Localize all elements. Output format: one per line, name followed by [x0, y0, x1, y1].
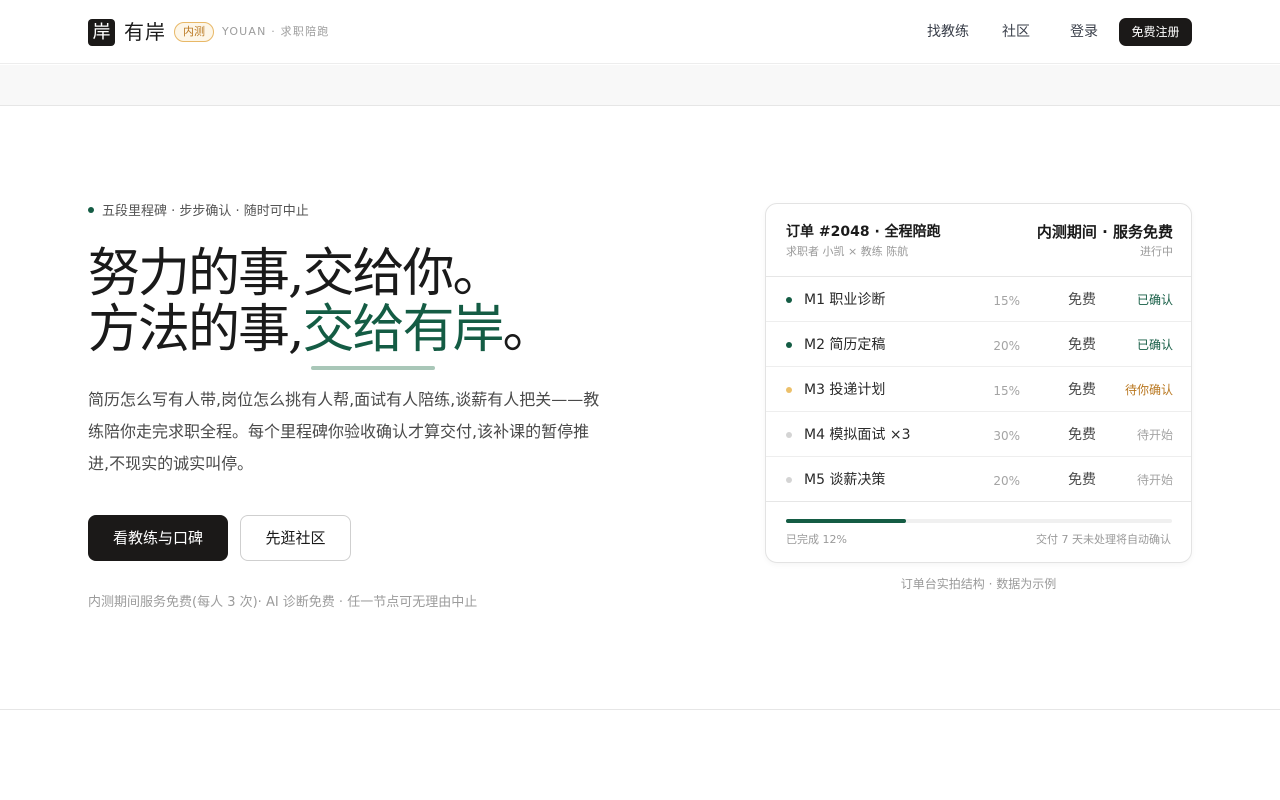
progress-done-text: 已完成 12%: [786, 533, 847, 546]
milestone-name: M1 职业诊断: [804, 292, 886, 308]
order-title: 订单 #2048 · 全程陪跑: [786, 224, 941, 240]
milestone-status-dot-icon: [786, 342, 792, 348]
order-card: 订单 #2048 · 全程陪跑 求职者 小凯 × 教练 陈航 内测期间 · 服务…: [765, 203, 1192, 563]
order-progress-fill: [786, 519, 906, 523]
milestone-percent: 20%: [993, 339, 1020, 353]
milestone-status-dot-icon: [786, 387, 792, 393]
headline-line-1: 努力的事,交给你。: [88, 244, 505, 304]
hero-description: 简历怎么写有人带,岗位怎么挑有人帮,面试有人陪练,谈薪有人把关——教练陪你走完求…: [88, 390, 600, 473]
headline-accent: 交给有岸: [302, 300, 505, 360]
milestone-state[interactable]: 待你确认: [1125, 381, 1173, 399]
browse-community-button[interactable]: 先逛社区: [240, 515, 351, 561]
auto-confirm-note: 交付 7 天未处理将自动确认: [1036, 533, 1171, 546]
hero-eyebrow: 五段里程碑 · 步步确认 · 随时可中止: [88, 203, 309, 221]
milestone-percent: 15%: [993, 294, 1020, 308]
section-divider: [0, 709, 1280, 710]
headline-line-2-prefix: 方法的事,: [88, 300, 305, 360]
hero-note: 内测期间服务免费(每人 3 次)· AI 诊断免费 · 任一节点可无理由中止: [88, 595, 478, 610]
milestone-price: 免费: [1068, 472, 1096, 488]
headline-line-2-suffix: 。: [502, 300, 555, 360]
nav-find-coach[interactable]: 找教练: [927, 22, 969, 42]
top-header: 岸 有岸 内测 YOUAN · 求职陪跑 找教练 社区 登录 免费注册: [0, 0, 1280, 64]
milestone-price: 免费: [1068, 292, 1096, 308]
milestone-state: 已确认: [1136, 338, 1173, 352]
order-participants: 求职者 小凯 × 教练 陈航: [786, 245, 909, 258]
milestone-state: 待开始: [1136, 473, 1173, 487]
order-promo: 内测期间 · 服务免费: [1036, 223, 1173, 241]
hero-headline: 努力的事,交给你。 方法的事,交给有岸。: [88, 244, 555, 360]
order-card-header: 订单 #2048 · 全程陪跑 求职者 小凯 × 教练 陈航 内测期间 · 服务…: [766, 204, 1191, 277]
milestone-price: 免费: [1068, 382, 1096, 398]
milestone-name: M5 谈薪决策: [804, 472, 886, 488]
milestone-price: 免费: [1068, 337, 1096, 353]
order-status: 进行中: [1140, 245, 1173, 258]
milestone-list: M1 职业诊断 15% 免费 已确认 M2 简历定稿 20% 免费 已确认 M3…: [766, 277, 1191, 502]
sub-header-strip: [0, 65, 1280, 106]
milestone-row[interactable]: M4 模拟面试 ×3 30% 免费 待开始: [766, 412, 1191, 457]
milestone-name: M3 投递计划: [804, 382, 886, 398]
milestone-name: M2 简历定稿: [804, 337, 886, 353]
milestone-status-dot-icon: [786, 297, 792, 303]
register-button[interactable]: 免费注册: [1119, 18, 1192, 46]
headline-line-2: 方法的事,交给有岸。: [88, 300, 555, 360]
eyebrow-dot-icon: [88, 207, 94, 213]
logo-icon[interactable]: 岸: [88, 19, 115, 46]
login-link[interactable]: 登录: [1070, 22, 1098, 42]
milestone-percent: 15%: [993, 384, 1020, 398]
milestone-name: M4 模拟面试 ×3: [804, 427, 911, 443]
headline-underline: [311, 366, 435, 370]
milestone-status-dot-icon: [786, 477, 792, 483]
milestone-state: 已确认: [1136, 293, 1173, 307]
beta-badge: 内测: [174, 22, 214, 42]
milestone-percent: 30%: [993, 429, 1020, 443]
milestone-state: 待开始: [1136, 428, 1173, 442]
milestone-row[interactable]: M3 投递计划 15% 免费 待你确认: [766, 367, 1191, 412]
view-coaches-button[interactable]: 看教练与口碑: [88, 515, 228, 561]
order-progress-bar: [786, 519, 1172, 523]
nav-community[interactable]: 社区: [1002, 22, 1030, 42]
brand-tagline: YOUAN · 求职陪跑: [222, 25, 330, 38]
milestone-row[interactable]: M2 简历定稿 20% 免费 已确认: [766, 322, 1191, 367]
milestone-row[interactable]: M5 谈薪决策 20% 免费 待开始: [766, 457, 1191, 502]
milestone-percent: 20%: [993, 474, 1020, 488]
order-card-caption: 订单台实拍结构 · 数据为示例: [900, 577, 1057, 591]
eyebrow-text: 五段里程碑 · 步步确认 · 随时可中止: [102, 204, 309, 219]
milestone-row[interactable]: M1 职业诊断 15% 免费 已确认: [766, 277, 1191, 322]
milestone-status-dot-icon: [786, 432, 792, 438]
milestone-price: 免费: [1068, 427, 1096, 443]
brand-name[interactable]: 有岸: [124, 19, 166, 46]
